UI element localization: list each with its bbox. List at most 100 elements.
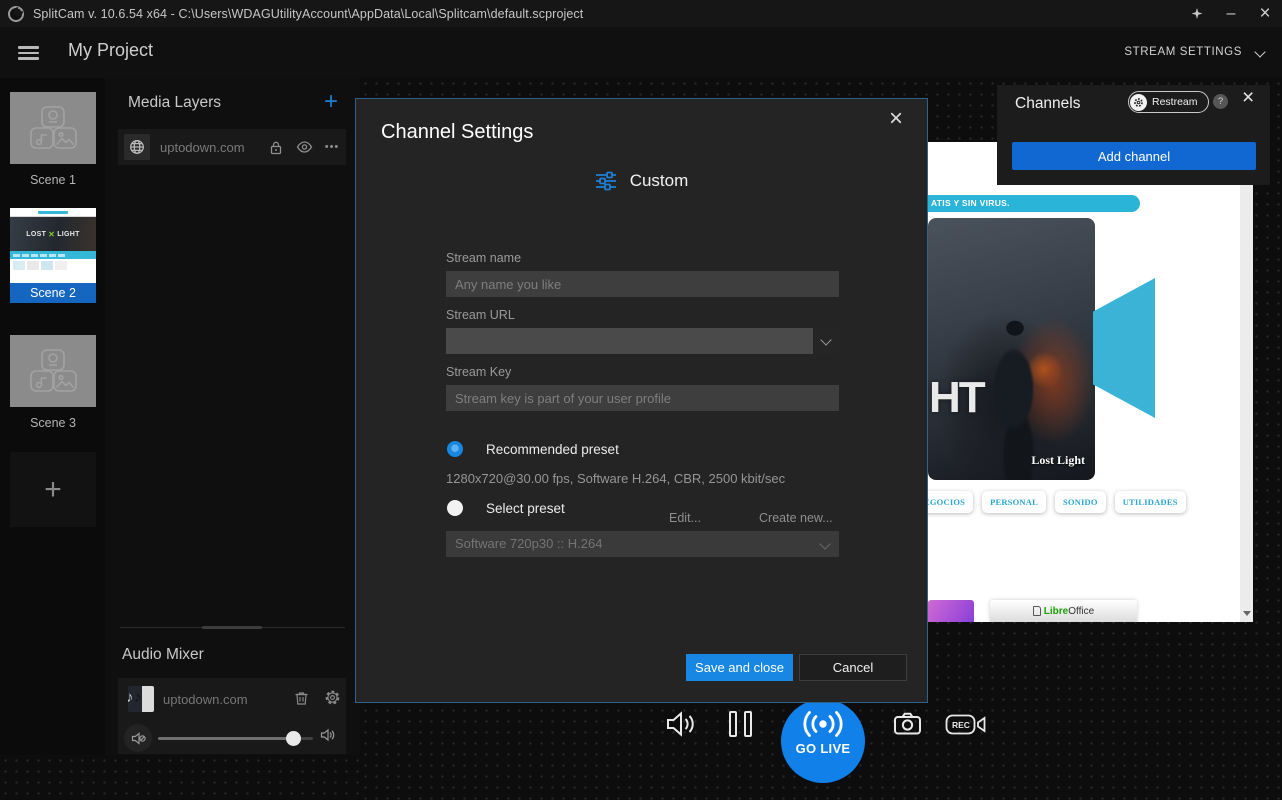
title-bar: SplitCam v. 10.6.54 x64 - C:\Users\WDAGU… (0, 0, 1282, 27)
custom-sliders-icon (595, 171, 617, 191)
scrollbar-down-arrow (1243, 611, 1251, 616)
restream-button[interactable]: Restream (1128, 91, 1209, 113)
splitcam-logo-icon (8, 6, 24, 22)
app-tile-purple (928, 600, 974, 622)
preview-scrollbar (1240, 142, 1253, 622)
libreoffice-card: LibreOffice (990, 600, 1137, 622)
volume-handle[interactable] (286, 731, 301, 746)
media-layers-panel: Media Layers + uptodown.com ••• Au (105, 78, 360, 755)
recommended-preset-label: Recommended preset (486, 442, 619, 457)
rec-label: REC (952, 720, 970, 730)
category-chip: EGOCIOS (928, 491, 973, 513)
create-new-preset-link[interactable]: Create new... (759, 511, 833, 525)
category-chip: PERSONAL (982, 491, 1046, 513)
scene-label-selected: Scene 2 (10, 283, 96, 303)
pin-icon (1192, 8, 1203, 19)
audio-channel-name: uptodown.com (163, 692, 248, 707)
cancel-button[interactable]: Cancel (799, 654, 907, 681)
scene-label: Scene 1 (10, 173, 96, 187)
go-live-label: GO LIVE (796, 741, 851, 756)
audio-mixer-title: Audio Mixer (122, 646, 204, 664)
preview-banner: ATIS Y SIN VIRUS. (928, 195, 1140, 212)
pin-button[interactable] (1180, 0, 1214, 27)
audio-settings-gear-icon[interactable] (324, 689, 341, 711)
layer-name: uptodown.com (160, 140, 262, 155)
scene-rail: Scene 1 LOST ✕ LIGHT Scene 2 (0, 78, 105, 755)
channels-close-icon[interactable]: × (1242, 86, 1254, 110)
minimize-button[interactable]: – (1214, 0, 1248, 27)
save-and-close-button[interactable]: Save and close (686, 654, 793, 681)
scene-label: Scene 3 (10, 416, 96, 430)
channel-mode-label: Custom (630, 171, 689, 191)
chevron-down-icon (819, 538, 830, 549)
preview-hero-image: HT Lost Light (928, 218, 1095, 480)
web-source-preview[interactable]: ATIS Y SIN VIRUS. HT Lost Light EGOCIOS … (928, 142, 1253, 622)
record-button[interactable]: REC (945, 713, 987, 741)
add-scene-button[interactable]: + (10, 452, 96, 527)
select-preset-radio[interactable] (447, 500, 463, 516)
category-chips: EGOCIOS PERSONAL SONIDO UTILIDADES (928, 491, 1186, 513)
restream-logo-icon (1130, 94, 1147, 111)
delete-audio-icon[interactable] (294, 690, 309, 711)
stream-settings-button[interactable]: STREAM SETTINGS (1124, 46, 1242, 58)
speaker-icon (320, 728, 336, 747)
splitcam-window: SplitCam v. 10.6.54 x64 - C:\Users\WDAGU… (0, 0, 1282, 800)
recommended-preset-info: 1280x720@30.00 fps, Software H.264, CBR,… (446, 471, 785, 486)
audio-monitor-button[interactable] (665, 710, 696, 743)
snapshot-camera-button[interactable] (893, 711, 922, 741)
audio-mixer-channel: ♪ uptodown.com (118, 678, 346, 754)
channels-panel: Channels Restream ? × Add channel (997, 85, 1270, 185)
layer-more-icon[interactable]: ••• (318, 129, 346, 165)
mute-speaker-icon[interactable] (124, 724, 152, 752)
channel-settings-modal: × Channel Settings Custom Stream name St… (355, 98, 928, 703)
hero-caption: Lost Light (1031, 453, 1085, 468)
audio-source-icon: ♪ (128, 686, 154, 712)
stream-settings-chevron-icon[interactable] (1254, 46, 1265, 57)
stream-name-label: Stream name (446, 251, 521, 265)
layer-visibility-icon[interactable] (290, 129, 318, 165)
cyan-ribbon (1093, 278, 1155, 418)
add-layer-button[interactable]: + (324, 88, 338, 116)
window-title: SplitCam v. 10.6.54 x64 - C:\Users\WDAGU… (33, 7, 583, 21)
stream-key-input[interactable] (446, 385, 839, 411)
menu-hamburger-icon[interactable] (18, 46, 39, 60)
header-bar: My Project STREAM SETTINGS (0, 27, 1282, 78)
dotted-background (0, 755, 360, 800)
preset-dropdown[interactable]: Software 720p30 :: H.264 (446, 531, 839, 557)
close-window-button[interactable]: × (1248, 0, 1282, 27)
stream-url-input[interactable] (446, 328, 839, 354)
media-layer-row[interactable]: uptodown.com ••• (118, 129, 346, 165)
channels-title: Channels (1015, 95, 1081, 113)
scene-1-tile[interactable]: Scene 1 (10, 92, 96, 187)
help-icon[interactable]: ? (1213, 94, 1228, 109)
scene-placeholder-icon (10, 335, 96, 407)
volume-slider[interactable] (158, 737, 313, 740)
scene-placeholder-icon (10, 92, 96, 164)
broadcast-icon (800, 710, 846, 738)
web-layer-icon (124, 134, 150, 160)
edit-preset-link[interactable]: Edit... (669, 511, 701, 525)
select-preset-label: Select preset (486, 501, 565, 516)
go-live-button[interactable]: GO LIVE (781, 699, 865, 783)
stream-key-label: Stream Key (446, 365, 511, 379)
panel-scroll-divider[interactable] (120, 627, 345, 628)
modal-title: Channel Settings (381, 121, 533, 144)
scene-3-tile[interactable]: Scene 3 (10, 335, 96, 430)
media-layers-title: Media Layers (128, 94, 221, 112)
stream-url-label: Stream URL (446, 308, 515, 322)
category-chip: UTILIDADES (1115, 491, 1186, 513)
stream-url-dropdown-button[interactable] (813, 328, 839, 354)
scene-2-tile[interactable]: LOST ✕ LIGHT Scene 2 (10, 208, 96, 303)
scene-2-thumbnail: LOST ✕ LIGHT (10, 208, 96, 283)
chevron-down-icon (820, 334, 831, 345)
recommended-preset-radio[interactable] (447, 441, 463, 457)
volume-fill (158, 737, 293, 740)
add-channel-button[interactable]: Add channel (1012, 142, 1256, 170)
document-icon (1033, 606, 1041, 616)
pause-button[interactable] (729, 711, 752, 737)
lock-layer-icon[interactable] (262, 129, 290, 165)
stream-name-input[interactable] (446, 271, 839, 297)
hero-title-fragment: HT (929, 373, 984, 423)
modal-close-icon[interactable]: × (889, 105, 903, 133)
project-title: My Project (68, 40, 153, 61)
